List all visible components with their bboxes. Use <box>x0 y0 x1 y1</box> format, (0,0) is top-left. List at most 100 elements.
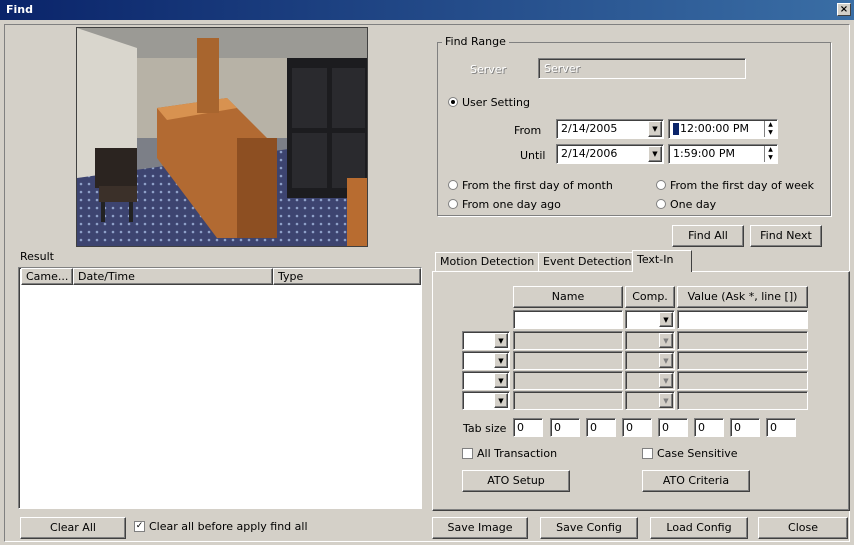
column-header-camera[interactable]: Came... <box>21 268 73 285</box>
checkbox-icon[interactable] <box>642 447 653 459</box>
spin-down-icon[interactable]: ▼ <box>765 129 776 137</box>
from-time-value: 12:00:00 PM <box>680 122 750 135</box>
tab-motion-detection[interactable]: Motion Detection <box>435 252 540 272</box>
find-all-button[interactable]: Find All <box>672 225 744 247</box>
column-header-type[interactable]: Type <box>273 268 421 285</box>
option-one-day[interactable]: One day <box>656 198 716 211</box>
checkbox-icon[interactable] <box>462 447 473 459</box>
result-list[interactable]: Came... Date/Time Type <box>18 267 422 509</box>
name-column-header: Name <box>513 286 623 308</box>
name-input <box>513 391 623 410</box>
column-header-datetime[interactable]: Date/Time <box>73 268 273 285</box>
radio-icon[interactable] <box>656 199 666 209</box>
value-input <box>677 331 808 350</box>
logic-dropdown[interactable]: ▼ <box>462 391 510 410</box>
spin-buttons[interactable]: ▲ ▼ <box>764 146 776 162</box>
office-scene-image <box>77 28 367 246</box>
tab-text-in[interactable]: Text-In <box>632 250 692 272</box>
chevron-down-icon[interactable]: ▼ <box>494 373 508 388</box>
load-config-button[interactable]: Load Config <box>650 517 748 539</box>
title-bar: Find × <box>0 0 854 20</box>
tab-size-input[interactable]: 0 <box>658 418 688 437</box>
spin-buttons[interactable]: ▲ ▼ <box>764 121 776 137</box>
tab-size-input[interactable]: 0 <box>730 418 760 437</box>
case-sensitive-checkbox[interactable]: Case Sensitive <box>642 447 738 460</box>
find-next-button[interactable]: Find Next <box>750 225 822 247</box>
chevron-down-icon[interactable]: ▼ <box>648 121 662 137</box>
option-first-day-week[interactable]: From the first day of week <box>656 179 814 192</box>
until-date-value: 2/14/2006 <box>561 147 618 160</box>
tab-size-input[interactable]: 0 <box>550 418 580 437</box>
from-label: From <box>514 124 542 137</box>
option-label: From the first day of week <box>670 179 815 192</box>
from-date-value: 2/14/2005 <box>561 122 618 135</box>
name-input <box>513 371 623 390</box>
option-one-day-ago[interactable]: From one day ago <box>448 198 561 211</box>
logic-dropdown[interactable]: ▼ <box>462 331 510 350</box>
tab-size-input[interactable]: 0 <box>513 418 543 437</box>
chevron-down-icon: ▼ <box>659 373 673 388</box>
option-label: From the first day of month <box>462 179 613 192</box>
from-time-spinner[interactable]: 12:00:00 PM ▲ ▼ <box>668 119 778 139</box>
comp-dropdown: ▼ <box>625 331 675 350</box>
until-time-value: 1:59:00 PM <box>673 147 736 160</box>
until-label: Until <box>520 149 546 162</box>
ato-setup-button[interactable]: ATO Setup <box>462 470 570 492</box>
value-input[interactable] <box>677 310 808 329</box>
comp-dropdown: ▼ <box>625 391 675 410</box>
option-first-day-month[interactable]: From the first day of month <box>448 179 613 192</box>
value-column-header: Value (Ask *, line []) <box>677 286 808 308</box>
name-input <box>513 331 623 350</box>
chevron-down-icon[interactable]: ▼ <box>659 312 673 327</box>
comp-dropdown[interactable]: ▼ <box>625 310 675 329</box>
from-date-dropdown[interactable]: 2/14/2005 ▼ <box>556 119 664 139</box>
radio-icon[interactable] <box>448 97 458 107</box>
save-config-button[interactable]: Save Config <box>540 517 638 539</box>
option-label: From one day ago <box>462 198 561 211</box>
spin-up-icon[interactable]: ▲ <box>765 146 776 154</box>
tab-size-input[interactable]: 0 <box>586 418 616 437</box>
find-range-title: Find Range <box>442 35 509 48</box>
all-transaction-label: All Transaction <box>477 447 558 460</box>
clear-before-label: Clear all before apply find all <box>149 520 308 533</box>
option-label: One day <box>670 198 717 211</box>
value-input <box>677 351 808 370</box>
window-title: Find <box>6 3 33 16</box>
name-input <box>513 351 623 370</box>
spin-down-icon[interactable]: ▼ <box>765 154 776 162</box>
until-time-spinner[interactable]: 1:59:00 PM ▲ ▼ <box>668 144 778 164</box>
chevron-down-icon[interactable]: ▼ <box>494 353 508 368</box>
save-image-button[interactable]: Save Image <box>432 517 528 539</box>
tab-event-detection[interactable]: Event Detection <box>538 252 637 272</box>
close-icon[interactable]: × <box>837 3 851 16</box>
radio-icon[interactable] <box>656 180 666 190</box>
until-date-dropdown[interactable]: 2/14/2006 ▼ <box>556 144 664 164</box>
server-label: Server <box>470 63 507 76</box>
tab-size-input[interactable]: 0 <box>694 418 724 437</box>
user-setting-radio[interactable]: User Setting <box>448 96 530 109</box>
chevron-down-icon: ▼ <box>659 393 673 408</box>
chevron-down-icon[interactable]: ▼ <box>648 146 662 162</box>
all-transaction-checkbox[interactable]: All Transaction <box>462 447 557 460</box>
comp-dropdown: ▼ <box>625 351 675 370</box>
text-cursor <box>673 123 679 135</box>
chevron-down-icon: ▼ <box>659 333 673 348</box>
checkbox-icon[interactable]: ✓ <box>134 520 145 532</box>
clear-before-checkbox[interactable]: ✓ Clear all before apply find all <box>134 520 308 533</box>
tab-size-input[interactable]: 0 <box>766 418 796 437</box>
logic-dropdown[interactable]: ▼ <box>462 371 510 390</box>
ato-criteria-button[interactable]: ATO Criteria <box>642 470 750 492</box>
radio-icon[interactable] <box>448 180 458 190</box>
chevron-down-icon[interactable]: ▼ <box>494 393 508 408</box>
logic-dropdown[interactable]: ▼ <box>462 351 510 370</box>
clear-all-button[interactable]: Clear All <box>20 517 126 539</box>
result-label: Result <box>20 250 54 263</box>
value-input <box>677 391 808 410</box>
radio-icon[interactable] <box>448 199 458 209</box>
spin-up-icon[interactable]: ▲ <box>765 121 776 129</box>
value-input <box>677 371 808 390</box>
tab-size-input[interactable]: 0 <box>622 418 652 437</box>
name-input[interactable] <box>513 310 623 329</box>
chevron-down-icon[interactable]: ▼ <box>494 333 508 348</box>
close-button[interactable]: Close <box>758 517 848 539</box>
